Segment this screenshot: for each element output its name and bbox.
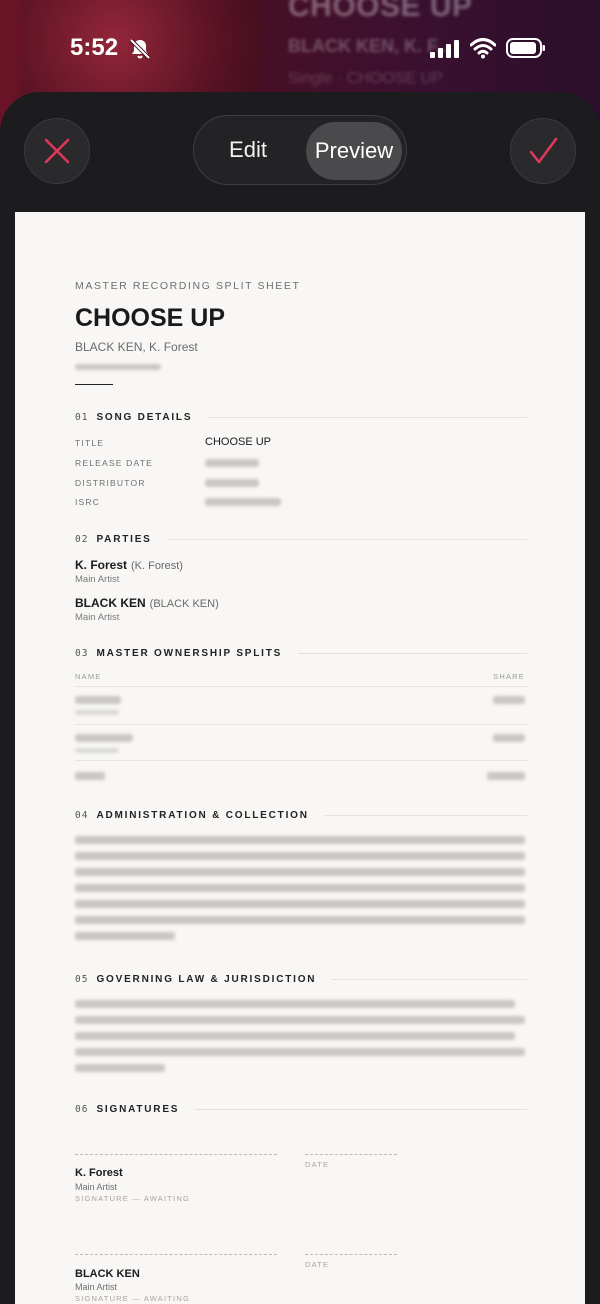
signature-line[interactable] [75, 1254, 277, 1255]
bell-muted-icon [129, 38, 151, 60]
signer-role: Main Artist [75, 1182, 118, 1192]
section-title: PARTIES [96, 534, 152, 545]
section-administration: 04 ADMINISTRATION & COLLECTION [75, 810, 527, 821]
section-master-ownership-splits: 03 MASTER OWNERSHIP SPLITS [75, 648, 527, 659]
party-name: K. Forest [75, 558, 128, 572]
section-divider [332, 979, 527, 980]
signature-status: SIGNATURE — AWAITING [75, 1194, 190, 1203]
detail-value-isrc-redacted [205, 498, 281, 506]
detail-value-release-date-redacted [205, 459, 259, 467]
section-divider [195, 1109, 527, 1110]
split-row-2-name-redacted [75, 734, 133, 742]
background-title: CHOOSE UP [288, 0, 473, 23]
section-title: MASTER OWNERSHIP SPLITS [96, 648, 283, 659]
party-name: BLACK KEN [75, 596, 146, 610]
detail-label-title: TITLE [75, 438, 105, 448]
section-number: 02 [75, 534, 89, 545]
edit-preview-toggle: Edit Preview [193, 115, 407, 185]
detail-label-distributor: DISTRIBUTOR [75, 478, 146, 488]
section-divider [298, 653, 527, 654]
section-divider [208, 417, 527, 418]
party-legal-name: (BLACK KEN) [149, 598, 219, 610]
document-eyebrow: MASTER RECORDING SPLIT SHEET [75, 280, 301, 292]
section-song-details: 01 SONG DETAILS [75, 412, 527, 423]
effective-date-redacted [75, 364, 161, 370]
section-number: 05 [75, 974, 89, 985]
title-divider [75, 384, 113, 385]
splits-col-name: NAME [75, 672, 102, 681]
section-number: 01 [75, 412, 89, 423]
section-divider [324, 815, 527, 816]
party-role: Main Artist [75, 574, 120, 585]
close-button[interactable] [24, 118, 90, 184]
document-artists: BLACK KEN, K. Forest [75, 340, 198, 354]
section-parties: 02 PARTIES [75, 534, 527, 545]
signature-status: SIGNATURE — AWAITING [75, 1294, 190, 1303]
split-total-share-redacted [487, 772, 525, 780]
section-title: GOVERNING LAW & JURISDICTION [96, 974, 317, 985]
section-title: SIGNATURES [96, 1104, 180, 1115]
tab-preview[interactable]: Preview [306, 122, 402, 180]
section-governing-law: 05 GOVERNING LAW & JURISDICTION [75, 974, 527, 985]
splits-col-share: SHARE [493, 672, 525, 681]
split-sheet-document: MASTER RECORDING SPLIT SHEET CHOOSE UP B… [15, 212, 585, 1304]
section-title: SONG DETAILS [96, 412, 193, 423]
status-time: 5:52 [70, 34, 119, 61]
party-role: Main Artist [75, 612, 120, 623]
signer-role: Main Artist [75, 1282, 118, 1292]
section-signatures: 06 SIGNATURES [75, 1104, 527, 1115]
split-row-2-share-redacted [493, 734, 525, 742]
date-line[interactable] [305, 1154, 397, 1155]
status-bar: 5:52 [0, 28, 600, 68]
detail-label-release-date: RELEASE DATE [75, 458, 154, 468]
detail-label-isrc: ISRC [75, 497, 101, 507]
date-label: DATE [305, 1160, 330, 1169]
date-label: DATE [305, 1260, 330, 1269]
signature-line[interactable] [75, 1154, 277, 1155]
party-item: K. Forest (K. Forest) [75, 558, 183, 572]
section-number: 06 [75, 1104, 89, 1115]
signer-name: BLACK KEN [75, 1268, 140, 1280]
detail-value-title: CHOOSE UP [205, 436, 272, 448]
cellular-signal-icon [430, 40, 459, 58]
confirm-button[interactable] [510, 118, 576, 184]
split-row-1-role-redacted [75, 710, 119, 715]
battery-icon [506, 38, 545, 58]
checkmark-icon [529, 137, 558, 164]
tab-edit[interactable]: Edit [204, 123, 292, 177]
wifi-icon [470, 38, 496, 59]
section-number: 04 [75, 810, 89, 821]
section-number: 03 [75, 648, 89, 659]
split-total-label-redacted [75, 772, 105, 780]
split-row-divider [75, 760, 527, 761]
split-row-1-name-redacted [75, 696, 121, 704]
split-row-1-share-redacted [493, 696, 525, 704]
split-row-divider [75, 724, 527, 725]
section-title: ADMINISTRATION & COLLECTION [96, 810, 309, 821]
section-divider [167, 539, 527, 540]
splits-header-divider [75, 686, 527, 687]
date-line[interactable] [305, 1254, 397, 1255]
close-icon [44, 138, 70, 164]
detail-value-distributor-redacted [205, 479, 259, 487]
signer-name: K. Forest [75, 1167, 123, 1179]
preview-sheet: Edit Preview MASTER RECORDING SPLIT SHEE… [0, 92, 600, 1304]
document-title: CHOOSE UP [75, 304, 226, 332]
background-subtitle: Single · CHOOSE UP [288, 70, 443, 87]
party-legal-name: (K. Forest) [131, 560, 183, 572]
party-item: BLACK KEN (BLACK KEN) [75, 596, 219, 610]
split-row-2-role-redacted [75, 748, 119, 753]
